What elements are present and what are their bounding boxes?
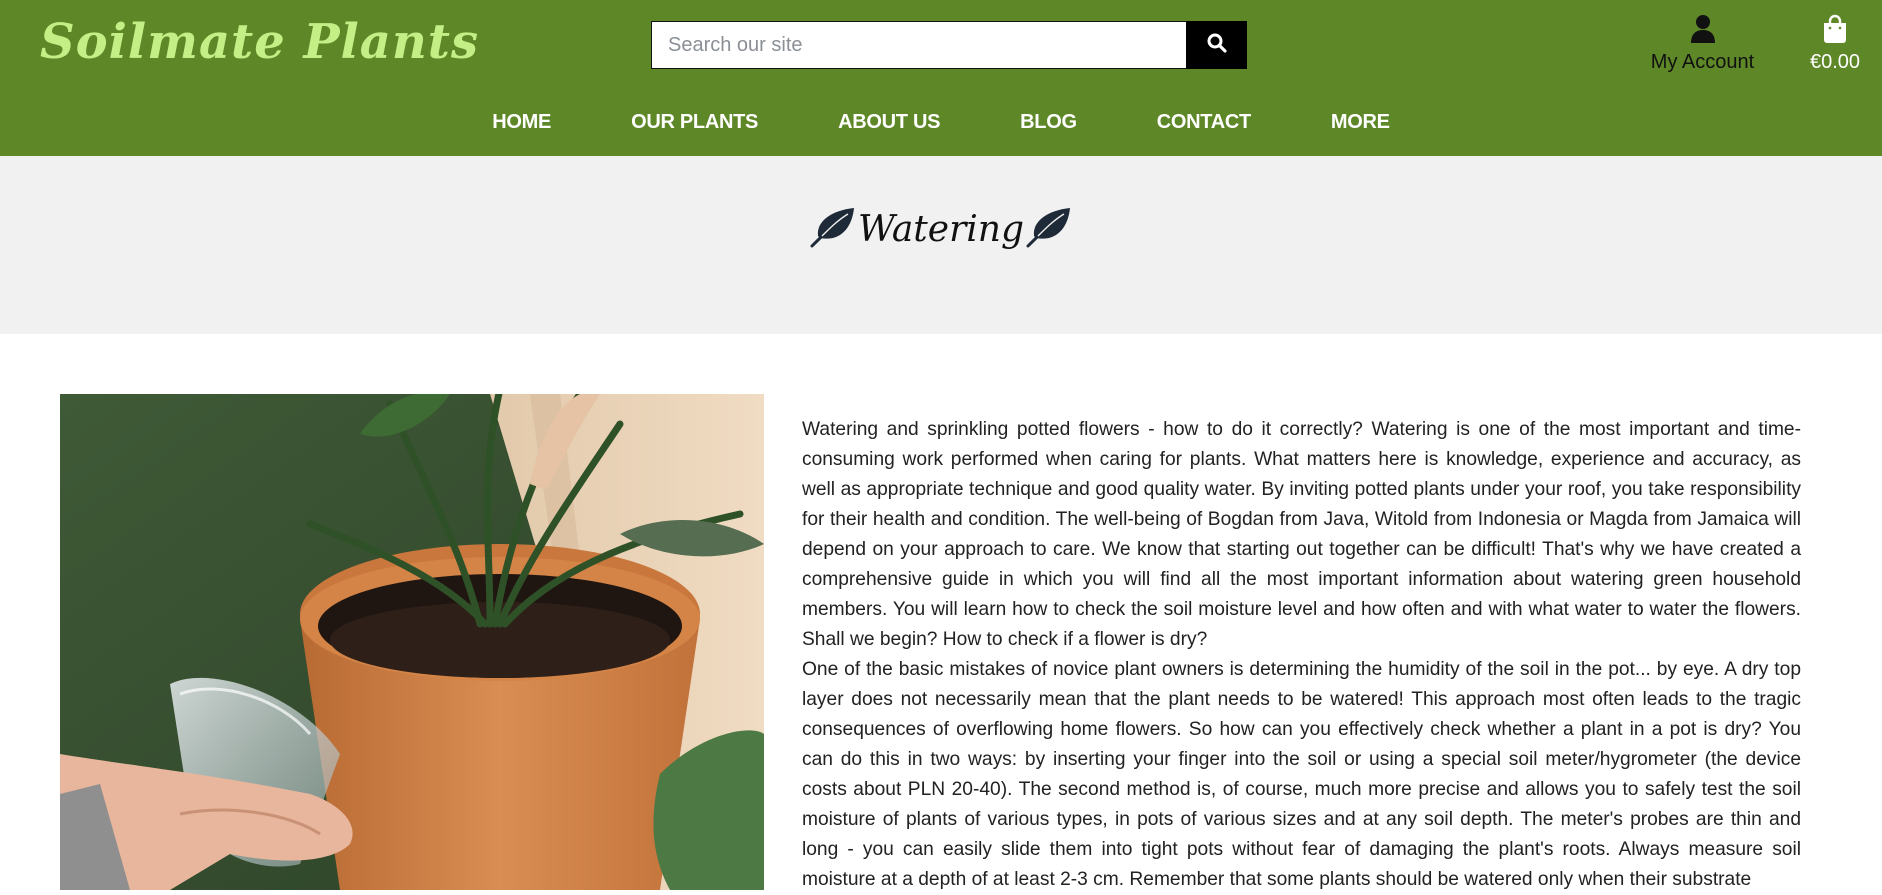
watering-photo [60, 394, 764, 890]
main-nav: HOME OUR PLANTS ABOUT US BLOG CONTACT MO… [0, 104, 1882, 140]
article-body: Watering and sprinkling potted flowers -… [802, 415, 1801, 895]
page-banner: Watering [0, 156, 1882, 334]
cart-total: €0.00 [1809, 51, 1861, 73]
search-icon [1207, 33, 1227, 58]
cart-link[interactable]: €0.00 [1800, 14, 1870, 74]
search-form [651, 21, 1247, 69]
page-title-text: Watering [857, 209, 1025, 250]
user-icon [1689, 15, 1717, 48]
nav-item-home[interactable]: HOME [492, 111, 551, 134]
my-account-link[interactable]: My Account [1640, 14, 1765, 74]
nav-item-about-us[interactable]: ABOUT US [838, 111, 940, 134]
leaf-icon [810, 206, 856, 253]
nav-item-our-plants[interactable]: OUR PLANTS [631, 111, 758, 134]
my-account-label: My Account [1650, 51, 1755, 73]
page-title: Watering [0, 206, 1882, 253]
leaf-icon [1026, 206, 1072, 253]
article-paragraph: One of the basic mistakes of novice plan… [802, 659, 1801, 890]
site-header: Soilmate Plants My Account [0, 0, 1882, 156]
shopping-bag-icon [1821, 14, 1849, 48]
nav-item-blog[interactable]: BLOG [1020, 111, 1077, 134]
search-input[interactable] [652, 22, 1184, 68]
nav-item-more[interactable]: MORE [1331, 111, 1390, 134]
article-paragraph: Watering and sprinkling potted flowers -… [802, 419, 1801, 650]
brand-logo[interactable]: Soilmate Plants [40, 14, 479, 70]
search-button[interactable] [1186, 21, 1247, 69]
nav-item-contact[interactable]: CONTACT [1157, 111, 1251, 134]
